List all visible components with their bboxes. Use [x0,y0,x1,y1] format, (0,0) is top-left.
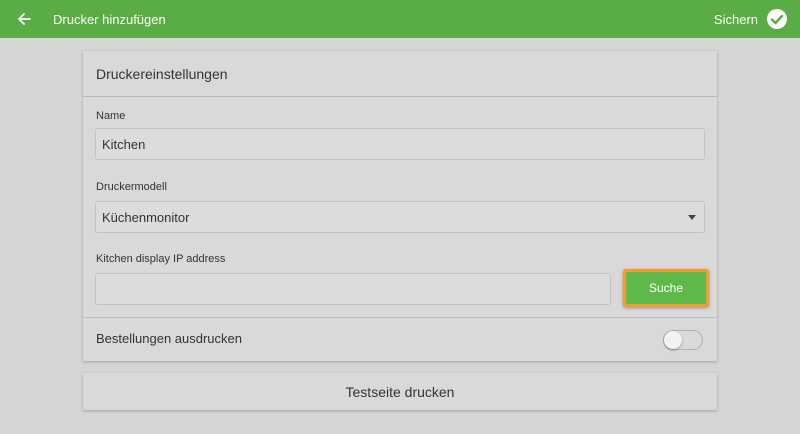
print-test-page-button[interactable]: Testseite drucken [83,373,717,410]
ip-address-label: Kitchen display IP address [96,253,226,265]
name-field[interactable]: Kitchen [95,128,705,160]
save-button[interactable]: Sichern [714,0,788,38]
search-button[interactable]: Suche [623,269,709,307]
name-label: Name [96,110,126,122]
printer-settings-card: Druckereinstellungen Name Kitchen Drucke… [83,51,717,361]
arrow-left-icon [18,13,31,25]
printer-model-value: Küchenmonitor [102,209,190,225]
check-circle-icon [767,9,787,29]
printer-model-select[interactable]: Küchenmonitor [95,201,705,233]
toggle-knob [664,331,682,349]
page-title: Drucker hinzufügen [53,11,166,27]
name-value: Kitchen [102,136,146,152]
dropdown-arrow-icon [688,215,696,220]
print-test-page-label: Testseite drucken [345,383,455,400]
print-orders-label: Bestellungen ausdrucken [96,331,242,346]
print-orders-toggle[interactable] [663,330,703,350]
app-header: Drucker hinzufügen Sichern [0,0,800,38]
printer-model-label: Druckermodell [96,181,167,193]
save-label: Sichern [713,11,758,27]
card-title: Druckereinstellungen [83,51,717,97]
divider [83,317,717,318]
ip-address-field[interactable] [95,273,611,305]
back-button[interactable] [4,0,44,38]
